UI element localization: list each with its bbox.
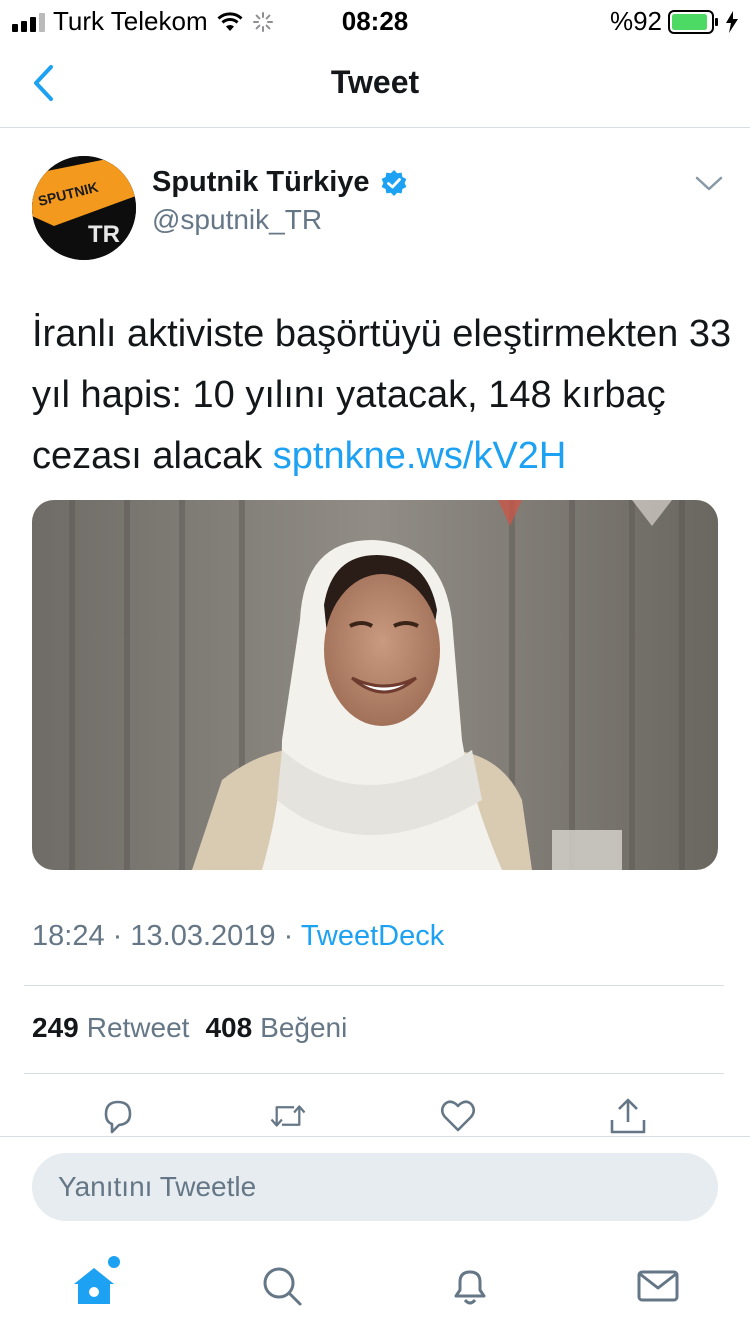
share-icon <box>610 1098 646 1134</box>
sputnik-logo: SPUTNIK TR <box>32 156 136 260</box>
retweets-stat[interactable]: 249 Retweet <box>32 1012 189 1044</box>
reply-placeholder: Yanıtını Tweetle <box>58 1171 257 1202</box>
page-title: Tweet <box>330 64 420 100</box>
retweet-button[interactable] <box>268 1096 308 1136</box>
reply-icon <box>104 1100 132 1134</box>
reply-input[interactable]: Yanıtını Tweetle <box>32 1153 718 1221</box>
like-button[interactable] <box>438 1096 478 1136</box>
meta-separator-2: · <box>283 920 294 952</box>
author-handle[interactable]: @sputnik_TR <box>152 204 322 236</box>
retweets-count: 249 <box>32 1012 79 1043</box>
tab-search[interactable] <box>258 1262 306 1310</box>
meta-separator: · <box>112 920 123 952</box>
avatar[interactable]: SPUTNIK TR <box>32 156 136 260</box>
likes-count: 408 <box>205 1012 253 1043</box>
home-notification-dot <box>108 1256 120 1268</box>
divider <box>24 1073 724 1074</box>
tweet-timestamp-row: 18:24 · 13.03.2019 · TweetDeck <box>32 920 444 953</box>
author-name[interactable]: Sputnik Türkiye <box>152 166 370 199</box>
battery-icon <box>668 9 718 34</box>
author-name-row[interactable]: Sputnik Türkiye <box>152 166 408 199</box>
likes-label: Beğeni <box>260 1012 348 1043</box>
retweets-label: Retweet <box>86 1012 190 1043</box>
status-bar: Turk Telekom 08:28 %92 <box>0 0 750 40</box>
battery-percent: %92 <box>609 6 662 36</box>
navigation-bar: Tweet <box>0 40 750 128</box>
tab-notifications[interactable] <box>446 1262 494 1310</box>
tweet-time: 18:24 <box>32 920 105 952</box>
tweet-text: İranlı aktiviste başörtüyü eleştirmekten… <box>32 304 732 487</box>
notifications-icon <box>454 1270 486 1305</box>
tab-messages[interactable] <box>634 1262 682 1310</box>
tweet-options-button[interactable] <box>694 174 724 200</box>
search-icon <box>263 1267 302 1306</box>
reply-bar: Yanıtını Tweetle <box>0 1136 750 1236</box>
tab-bar <box>0 1236 750 1334</box>
retweet-icon <box>270 1105 306 1127</box>
status-right: %92 <box>610 6 738 37</box>
tweet-date: 13.03.2019 <box>130 920 276 952</box>
like-icon <box>440 1100 476 1132</box>
verified-badge-icon <box>381 169 406 196</box>
tweet-actions <box>0 1096 750 1136</box>
messages-icon <box>637 1270 679 1302</box>
charging-bolt-icon <box>726 10 738 33</box>
divider <box>24 985 724 986</box>
screen: Turk Telekom 08:28 %92 Tweet SPUTNIK TR … <box>0 0 750 1334</box>
tweet-source-link[interactable]: TweetDeck <box>301 920 444 952</box>
chevron-down-icon <box>695 176 723 191</box>
home-icon <box>74 1268 114 1304</box>
tab-home[interactable] <box>70 1256 120 1310</box>
tweet-stats: 249 Retweet 408 Beğeni <box>32 1012 347 1044</box>
likes-stat[interactable]: 408 Beğeni <box>205 1012 347 1044</box>
svg-text:TR: TR <box>88 221 120 248</box>
photo-woman-white-headscarf <box>32 500 718 870</box>
tweet-link[interactable]: sptnkne.ws/kV2H <box>273 435 567 477</box>
tweet-media-photo[interactable] <box>32 500 718 870</box>
share-button[interactable] <box>608 1096 648 1136</box>
reply-button[interactable] <box>98 1096 138 1136</box>
